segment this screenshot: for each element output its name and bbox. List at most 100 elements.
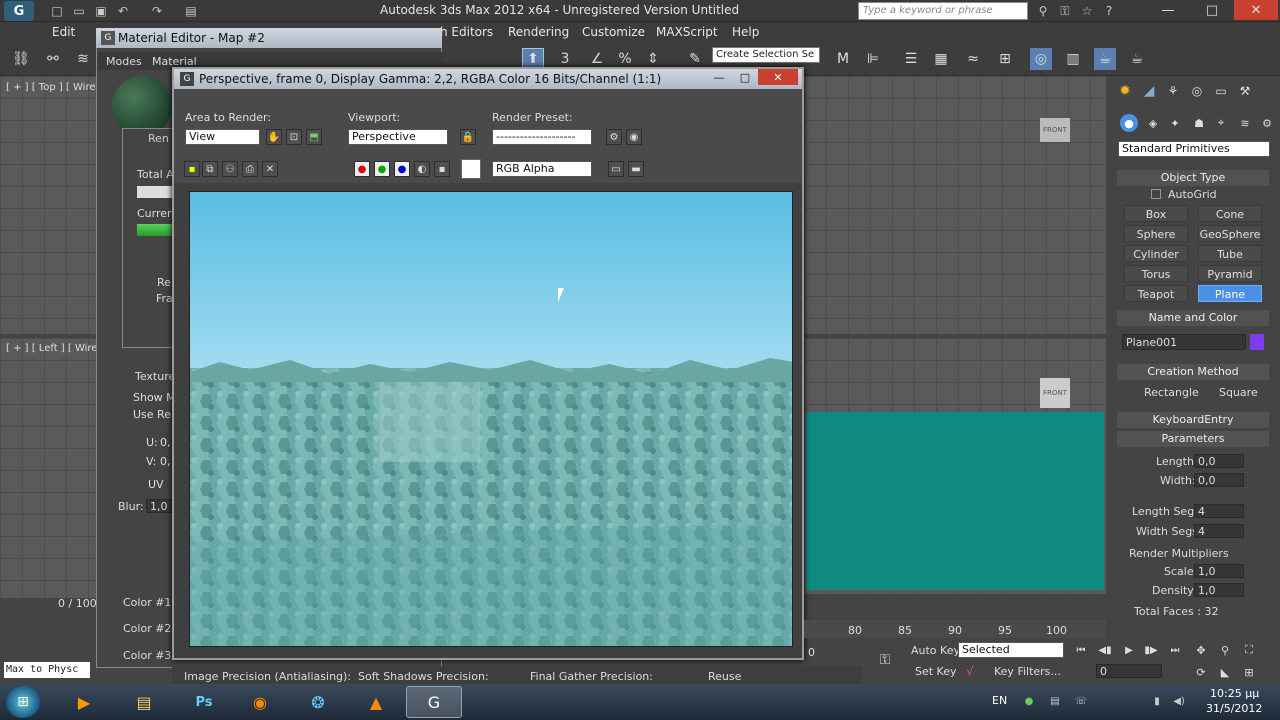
spacewarps-icon[interactable]: ≋ bbox=[1236, 114, 1254, 132]
object-color-swatch[interactable] bbox=[1250, 334, 1264, 350]
firefox-task-icon[interactable]: ◉ bbox=[232, 686, 288, 718]
save-icon[interactable]: ▣ bbox=[92, 3, 110, 19]
sphere-button[interactable]: Sphere bbox=[1124, 225, 1188, 242]
geometry-icon[interactable]: ● bbox=[1120, 114, 1138, 132]
zoom-icon[interactable]: ⚲ bbox=[1216, 642, 1234, 658]
modify-tab-icon[interactable]: ◢ bbox=[1140, 82, 1158, 100]
tray-icon-3[interactable]: ☏ bbox=[1074, 694, 1088, 708]
render-setup-small-icon[interactable]: ⚙ bbox=[606, 129, 622, 145]
render-preset-select[interactable]: -------------------- bbox=[492, 129, 592, 145]
blue-channel-icon[interactable]: ● bbox=[394, 161, 410, 177]
current-frame-input[interactable]: 0 bbox=[1096, 664, 1162, 678]
help-icon[interactable]: ? bbox=[1100, 3, 1118, 19]
tube-button[interactable]: Tube bbox=[1198, 245, 1262, 262]
go-to-start-icon[interactable]: ⏮ bbox=[1072, 642, 1090, 658]
toggle-ui-overlay-icon[interactable]: ▭ bbox=[608, 161, 624, 177]
unlink-icon[interactable]: ⚯ bbox=[42, 48, 64, 70]
prev-frame-icon[interactable]: ◀▮ bbox=[1096, 642, 1114, 658]
menu-customize[interactable]: Customize bbox=[582, 25, 645, 39]
width-spinner[interactable]: 0,0 bbox=[1194, 473, 1244, 487]
minimize-icon[interactable]: — bbox=[1146, 0, 1190, 20]
rfw-close-icon[interactable]: ✕ bbox=[758, 69, 798, 85]
maximize-icon[interactable]: □ bbox=[1190, 0, 1234, 20]
photoshop-task-icon[interactable]: Ps bbox=[176, 686, 232, 718]
geosphere-button[interactable]: GeoSphere bbox=[1198, 225, 1262, 242]
key-mode-icon[interactable]: ⚿ bbox=[872, 650, 898, 670]
selection-set-dropdown[interactable]: Create Selection Se bbox=[712, 47, 820, 63]
length-segs-spinner[interactable]: 4 bbox=[1194, 504, 1244, 518]
primitive-type-select[interactable]: Standard Primitives bbox=[1118, 141, 1270, 157]
link-icon[interactable]: ⛓ bbox=[10, 48, 32, 70]
helpers-icon[interactable]: ⌖ bbox=[1212, 114, 1230, 132]
environment-icon[interactable]: ◉ bbox=[626, 129, 642, 145]
menu-graph-editors[interactable]: h Editors bbox=[440, 25, 493, 39]
project-folder-icon[interactable]: ▤ bbox=[182, 3, 200, 19]
rfw-maximize-icon[interactable]: □ bbox=[732, 69, 758, 85]
render-setup-icon[interactable]: ▥ bbox=[1062, 48, 1084, 70]
cameras-icon[interactable]: ☗ bbox=[1190, 114, 1208, 132]
schematic-icon[interactable]: ⊞ bbox=[994, 48, 1016, 70]
material-sample-sphere[interactable] bbox=[112, 76, 172, 136]
density-spinner[interactable]: 1,0 bbox=[1194, 583, 1244, 597]
width-segs-spinner[interactable]: 4 bbox=[1194, 524, 1244, 538]
key-filters-button[interactable]: Key Filters... bbox=[994, 665, 1061, 678]
binoculars-icon[interactable]: ⚲ bbox=[1034, 3, 1052, 19]
layer-icon[interactable]: ☰ bbox=[900, 48, 922, 70]
lock-icon[interactable]: 🔒 bbox=[460, 129, 476, 145]
toggle-ui-icon[interactable]: ▬ bbox=[628, 161, 644, 177]
media-center-task-icon[interactable]: ❂ bbox=[290, 686, 346, 718]
redo-icon[interactable]: ↷ bbox=[148, 3, 166, 19]
vlc-task-icon[interactable]: ▲ bbox=[348, 686, 404, 718]
color-swatch[interactable] bbox=[461, 159, 481, 179]
print-icon[interactable]: ⎙ bbox=[242, 161, 258, 177]
pan-icon[interactable]: ✥ bbox=[1192, 642, 1210, 658]
open-file-icon[interactable]: ▭ bbox=[70, 3, 88, 19]
create-tab-icon[interactable]: ✹ bbox=[1116, 82, 1134, 100]
edit-region-icon[interactable]: ✋ bbox=[266, 129, 282, 145]
next-frame-icon[interactable]: ▮▶ bbox=[1142, 642, 1160, 658]
align-icon[interactable]: ⊫ bbox=[862, 48, 884, 70]
red-channel-icon[interactable]: ● bbox=[354, 161, 370, 177]
language-indicator[interactable]: EN bbox=[992, 694, 1007, 707]
tray-icon-2[interactable]: ▤ bbox=[1048, 694, 1062, 708]
play-icon[interactable]: ▶ bbox=[1120, 642, 1138, 658]
undo-icon[interactable]: ↶ bbox=[114, 3, 132, 19]
clone-window-icon[interactable]: ⚇ bbox=[222, 161, 238, 177]
media-player-task-icon[interactable]: ▶ bbox=[56, 686, 112, 718]
keyboard-entry-rollout[interactable]: KeyboardEntry bbox=[1117, 412, 1269, 428]
creation-method-rollout[interactable]: Creation Method bbox=[1117, 364, 1269, 380]
search-input[interactable]: Type a keyword or phrase bbox=[858, 2, 1028, 20]
set-key-curve-icon[interactable]: √ bbox=[958, 662, 982, 680]
shapes-icon[interactable]: ◈ bbox=[1144, 114, 1162, 132]
mono-icon[interactable]: ▪ bbox=[434, 161, 450, 177]
material-editor-icon[interactable]: ◎ bbox=[1030, 48, 1052, 70]
viewcube-top[interactable]: FRONT bbox=[1040, 118, 1070, 142]
network-icon[interactable]: ▮ bbox=[1150, 694, 1164, 708]
explorer-task-icon[interactable]: ▤ bbox=[116, 686, 172, 718]
clear-icon[interactable]: ✕ bbox=[262, 161, 278, 177]
show-map-check[interactable]: Show M bbox=[133, 391, 176, 404]
save-image-icon[interactable]: ▪ bbox=[184, 161, 200, 177]
name-and-color-rollout[interactable]: Name and Color bbox=[1117, 310, 1269, 326]
utilities-tab-icon[interactable]: ⚒ bbox=[1236, 82, 1254, 100]
green-channel-icon[interactable]: ● bbox=[374, 161, 390, 177]
key-selected-select[interactable]: Selected bbox=[958, 642, 1064, 658]
key-icon[interactable]: ⚿ bbox=[1056, 3, 1074, 19]
app-logo-icon[interactable]: G bbox=[4, 1, 34, 21]
me-menu-modes[interactable]: Modes bbox=[106, 55, 142, 68]
maxscript-listener[interactable]: Max to Physc bbox=[4, 662, 90, 678]
maximize-viewport-icon[interactable]: ⛶ bbox=[1240, 642, 1258, 658]
alpha-channel-icon[interactable]: ◐ bbox=[414, 161, 430, 177]
rendered-frame-icon[interactable]: ☕ bbox=[1094, 48, 1116, 70]
uv-radio[interactable]: UV bbox=[148, 478, 164, 491]
scale-spinner[interactable]: 1,0 bbox=[1194, 564, 1244, 578]
new-file-icon[interactable]: □ bbox=[48, 3, 66, 19]
autogrid-check[interactable]: AutoGrid bbox=[1168, 188, 1217, 201]
viewcube-persp[interactable]: FRONT bbox=[1040, 378, 1070, 408]
mirror-icon[interactable]: M bbox=[832, 48, 854, 70]
start-button-icon[interactable]: ⊞ bbox=[6, 686, 40, 718]
3dsmax-task-icon[interactable]: G bbox=[406, 686, 462, 718]
square-radio[interactable]: Square bbox=[1219, 386, 1258, 399]
menu-help[interactable]: Help bbox=[732, 25, 759, 39]
clock-time[interactable]: 10:25 μμ bbox=[1210, 687, 1259, 700]
